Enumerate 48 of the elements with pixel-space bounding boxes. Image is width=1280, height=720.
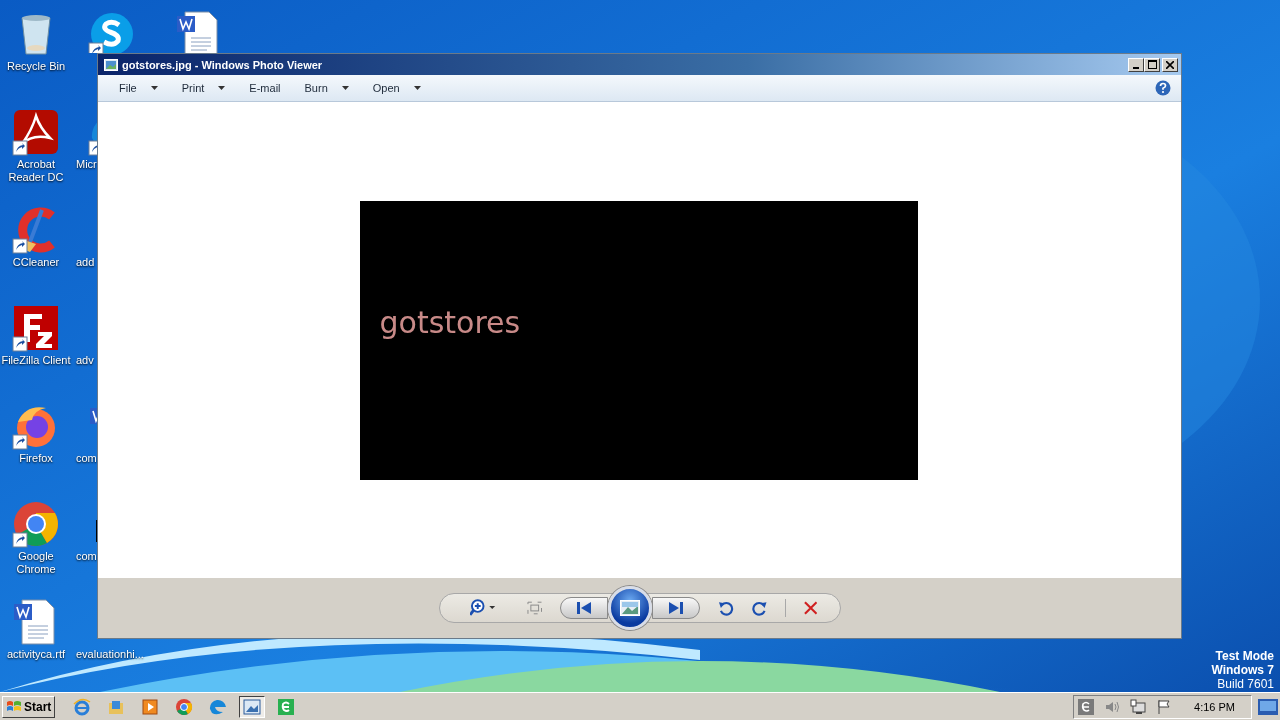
icon-label: FileZilla Client <box>0 354 72 367</box>
slideshow-icon <box>620 600 641 616</box>
minimize-button[interactable] <box>1128 57 1144 72</box>
icon-label: Firefox <box>18 452 54 465</box>
icon-label: Recycle Bin <box>5 60 67 73</box>
previous-icon <box>577 602 592 614</box>
icon-label: activityca.rtf <box>5 648 67 661</box>
rotate-left-icon[interactable] <box>718 600 734 616</box>
icon-label: Acrobat Reader DC <box>7 158 65 184</box>
icon-label: Google Chrome <box>15 550 57 576</box>
image-text: gotstores <box>379 304 521 340</box>
zoom-icon[interactable] <box>469 599 497 617</box>
picture-icon <box>104 58 118 71</box>
windows-logo-icon <box>6 699 22 714</box>
menu-button[interactable]: Print <box>172 82 235 94</box>
icon-label: com <box>76 550 97 563</box>
menu-button[interactable]: Open <box>363 82 430 94</box>
flag-icon[interactable] <box>1156 698 1173 715</box>
minimize-icon <box>1133 66 1139 69</box>
start-button[interactable]: Start <box>2 695 56 718</box>
icon-label: evaluationhi... <box>76 648 144 661</box>
system-notice: Windows 7 <box>1211 663 1274 677</box>
slideshow-button[interactable] <box>608 586 653 630</box>
icon-label: Micr <box>76 158 97 171</box>
icon-label: adv <box>76 354 94 367</box>
help-icon[interactable] <box>1155 80 1171 96</box>
show-desktop-icon[interactable] <box>1258 698 1278 715</box>
maximize-button[interactable] <box>1144 57 1160 72</box>
taskbar-app[interactable] <box>239 695 266 718</box>
icon-label: add <box>76 256 95 269</box>
menu-button[interactable]: Burn <box>295 82 358 94</box>
next-button[interactable] <box>652 597 701 619</box>
menu-button[interactable]: File <box>110 82 167 94</box>
system-notice: Test Mode <box>1215 649 1274 663</box>
next-icon <box>669 602 684 614</box>
maximize-icon <box>1147 60 1157 69</box>
window-title: gotstores.jpg - Windows Photo Viewer <box>122 58 324 71</box>
previous-button[interactable] <box>560 597 609 619</box>
menu-button[interactable]: E-mail <box>240 82 290 94</box>
icon-label: CCleaner <box>11 256 61 269</box>
icon-label: com <box>76 452 97 465</box>
rotate-right-icon[interactable] <box>751 600 767 616</box>
system-notice: Build 7601 <box>1217 677 1274 691</box>
network-icon[interactable] <box>1130 698 1147 715</box>
clock: 4:16 PM <box>1193 700 1236 713</box>
delete-icon[interactable] <box>803 601 818 615</box>
close-button[interactable] <box>1162 57 1178 72</box>
close-icon <box>1166 60 1174 69</box>
